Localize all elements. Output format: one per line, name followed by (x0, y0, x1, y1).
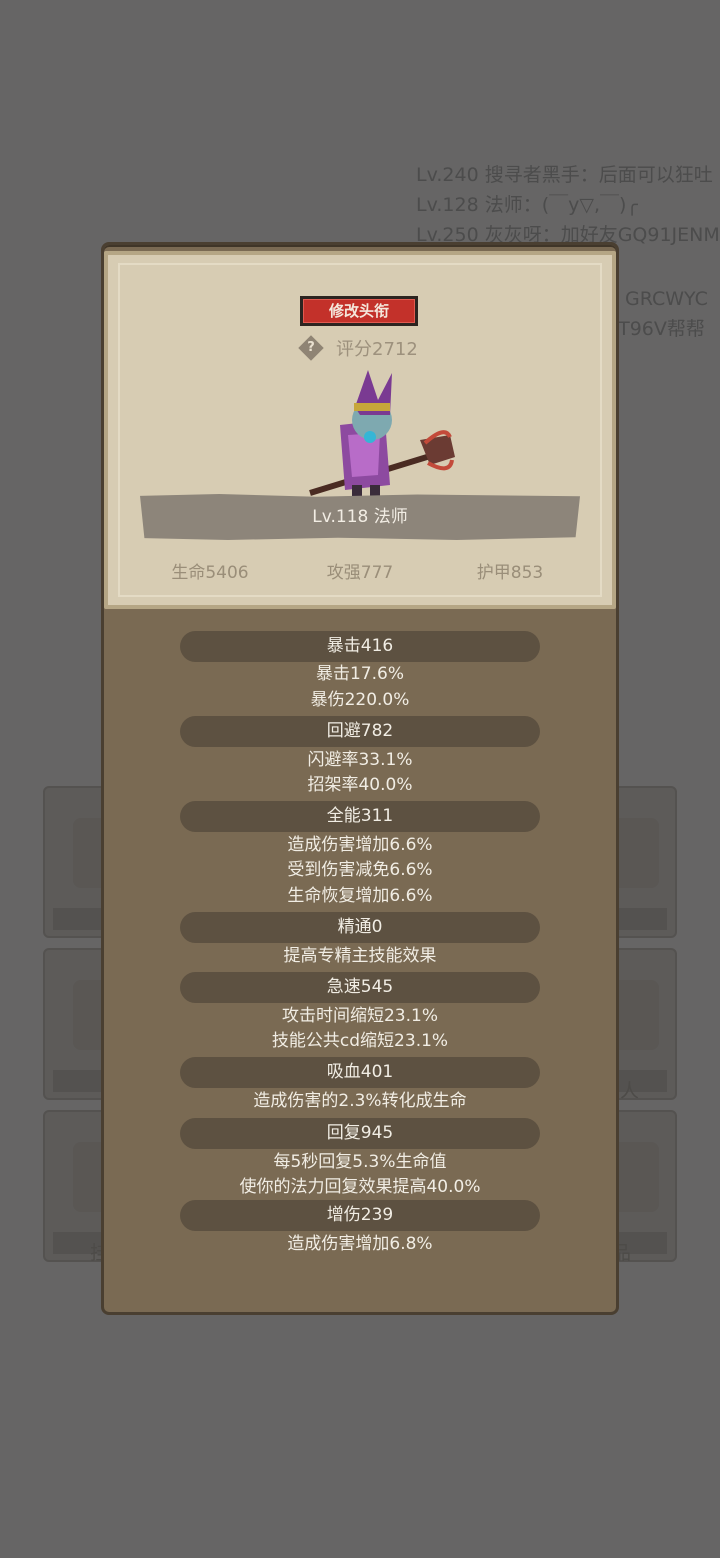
attribute-line: 技能公共cd缩短23.1% (271, 1031, 449, 1051)
attribute-line: 暴伤220.0% (310, 690, 410, 710)
attribute-header: 急速545 (180, 972, 540, 1003)
chat-background: Lv.240 搜寻者黑手：后面可以狂吐 Lv.128 法师：(￣y▽,￣)╭ L… (416, 160, 720, 340)
attribute-header: 精通0 (180, 912, 540, 943)
hp-stat: 生命5406 (171, 563, 249, 583)
edit-title-button[interactable]: 修改头衔 (300, 296, 418, 326)
level-class-banner: Lv.118 法师 (140, 494, 580, 540)
attribute-line: 受到伤害减免6.6% (287, 860, 433, 880)
attribute-header: 回复945 (180, 1118, 540, 1149)
chat-line: 1T96V帮帮 (606, 318, 705, 340)
attribute-line: 造成伤害增加6.6% (287, 835, 433, 855)
attribute-header: 暴击416 (180, 631, 540, 662)
score-row: ? 评分2712 (300, 334, 418, 362)
attribute-line: 造成伤害的2.3%转化成生命 (253, 1091, 467, 1111)
attribute-line: 攻击时间缩短23.1% (281, 1006, 438, 1026)
attribute-header: 回避782 (180, 716, 540, 747)
chat-line: ：GRCWYC (606, 288, 708, 310)
slot-label: 人 (620, 1080, 640, 1102)
help-glyph: ? (307, 340, 315, 355)
attribute-line: 使你的法力回复效果提高40.0% (239, 1177, 481, 1197)
chat-line: Lv.128 法师：(￣y▽,￣)╭ (416, 194, 638, 216)
attribute-line: 生命恢复增加6.6% (287, 886, 433, 906)
help-icon[interactable]: ? (300, 337, 322, 359)
attribute-line: 提高专精主技能效果 (283, 946, 437, 966)
attribute-line: 招架率40.0% (307, 775, 413, 795)
attribute-line: 暴击17.6% (315, 664, 404, 684)
attribute-header: 全能311 (180, 801, 540, 832)
attribute-line: 闪避率33.1% (307, 750, 413, 770)
chat-line: Lv.240 搜寻者黑手：后面可以狂吐 (416, 164, 713, 186)
attribute-header: 吸血401 (180, 1057, 540, 1088)
character-avatar (309, 370, 455, 500)
attribute-header: 增伤239 (180, 1200, 540, 1231)
attribute-line: 造成伤害增加6.8% (287, 1234, 433, 1254)
armor-stat: 护甲853 (476, 563, 544, 583)
score-value: 评分2712 (336, 339, 418, 360)
attack-stat: 攻强777 (326, 563, 394, 583)
attribute-line: 每5秒回复5.3%生命值 (273, 1152, 447, 1172)
